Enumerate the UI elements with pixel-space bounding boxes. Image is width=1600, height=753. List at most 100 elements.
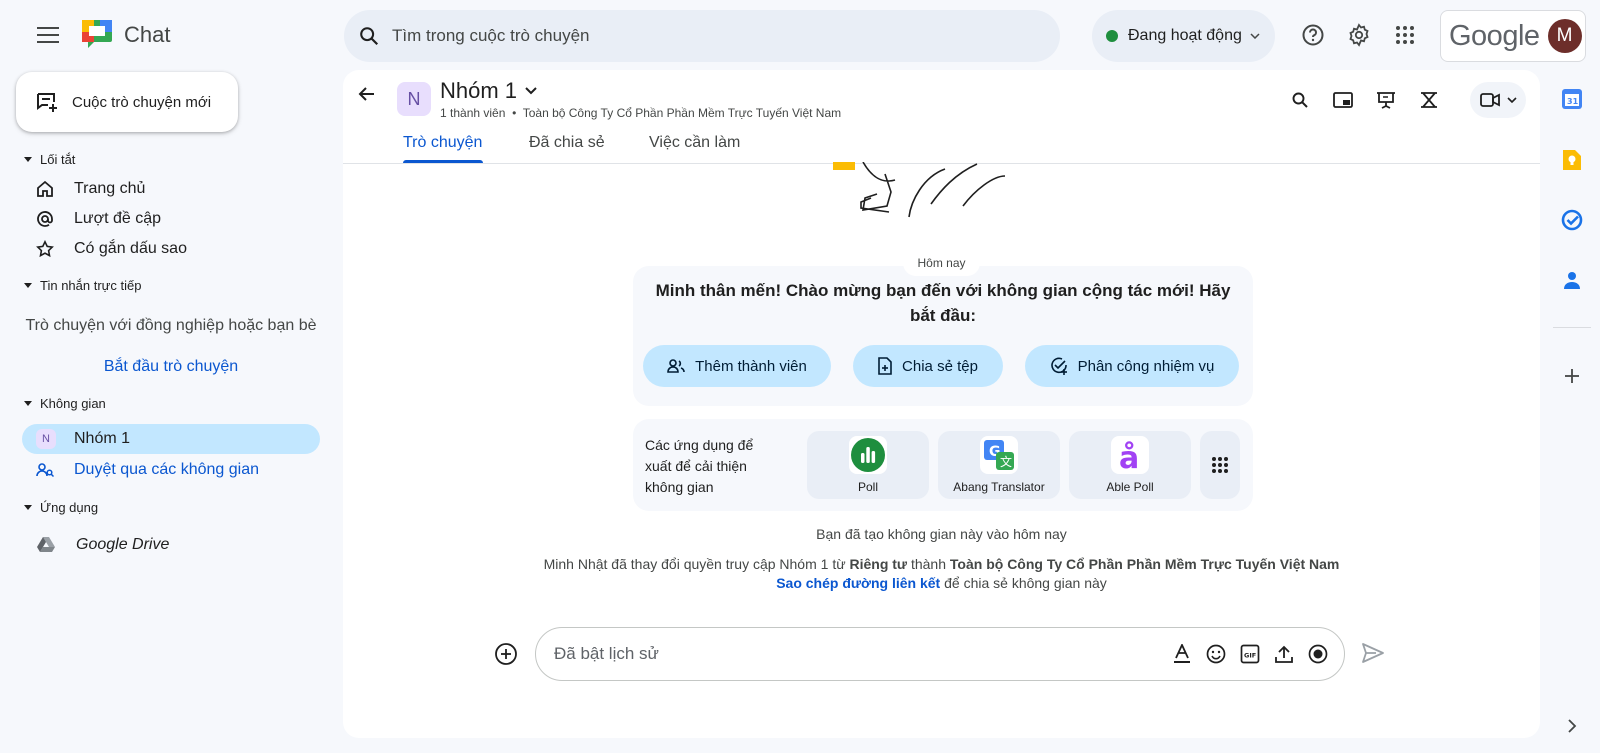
threads-icon [1421,92,1437,108]
apps-launcher-button[interactable] [1385,15,1425,55]
space-created-note: Bạn đã tạo không gian này vào hôm nay [816,526,1067,542]
start-chat-link[interactable]: Bắt đầu trò chuyện [24,358,318,376]
collapse-triangle-icon [24,505,32,510]
app-name: Abang Translator [953,480,1045,494]
upload-button[interactable] [1272,642,1296,666]
sidebar-item-home[interactable]: Trang chủ [22,174,320,204]
app-tile-poll[interactable]: Poll [807,431,929,499]
emoji-icon [1206,644,1226,664]
video-camera-icon [1479,93,1500,107]
gif-icon: GIF [1240,644,1260,664]
gif-button[interactable]: GIF [1238,642,1262,666]
sidebar-item-google-drive[interactable]: Google Drive [22,530,320,560]
plus-icon [1565,369,1579,383]
add-attachment-button[interactable] [494,642,518,666]
chevron-down-icon [525,87,537,95]
section-direct-messages[interactable]: Tin nhắn trực tiếp [24,278,141,293]
space-subtitle: 1 thành viên • Toàn bộ Công Ty Cổ Phần P… [440,106,841,120]
poll-icon [849,436,887,474]
space-title-button[interactable]: Nhóm 1 [440,78,537,104]
copy-link[interactable]: Sao chép đường liên kết [776,575,940,591]
contacts-app-button[interactable] [1557,265,1587,295]
search-input[interactable]: Tìm trong cuộc trò chuyện [392,26,589,46]
avatar[interactable]: M [1547,19,1582,53]
hamburger-icon [37,27,59,43]
record-button[interactable] [1306,642,1330,666]
help-button[interactable] [1293,15,1333,55]
gear-icon [1349,23,1369,47]
space-tabs: Trò chuyện Đã chia sẻ Việc cần làm [343,130,1540,164]
more-apps-button[interactable] [1200,431,1240,499]
share-file-button[interactable]: Chia sẻ tệp [853,345,1003,387]
app-tile-able-poll[interactable]: å Able Poll [1069,431,1191,499]
search-in-space-button[interactable] [1280,80,1320,120]
space-panel: N Nhóm 1 1 thành viên • Toàn bộ Công Ty … [343,70,1540,738]
main-menu-button[interactable] [28,18,68,52]
pop-out-button[interactable] [1323,80,1363,120]
calendar-app-button[interactable]: 31 [1557,84,1587,114]
tasks-app-button[interactable] [1557,205,1587,235]
collapse-triangle-icon [24,283,32,288]
threads-button[interactable] [1409,80,1449,120]
search-bar[interactable]: Tìm trong cuộc trò chuyện [344,10,1060,62]
picture-in-picture-icon [1333,92,1353,108]
app-name: Poll [857,480,878,494]
tab-tasks[interactable]: Việc cần làm [649,134,740,152]
assign-task-button[interactable]: Phân công nhiệm vụ [1025,345,1239,387]
settings-button[interactable] [1339,15,1379,55]
keep-app-button[interactable] [1557,145,1587,175]
search-icon [360,27,379,46]
header-actions [1280,80,1526,120]
section-shortcuts[interactable]: Lối tắt [24,152,75,167]
suggested-apps-label: Các ứng dụng để xuất để cải thiện không … [645,437,754,495]
present-button[interactable] [1366,80,1406,120]
dm-empty-text: Trò chuyện với đồng nghiệp hoặc bạn bè [25,317,317,334]
access-from: Riêng tư [849,556,908,572]
expand-side-panel-button[interactable] [1557,711,1587,741]
chip-label: Phân công nhiệm vụ [1077,357,1215,375]
collapse-triangle-icon [24,401,32,406]
send-button[interactable] [1361,642,1385,664]
side-panel-divider [1553,327,1591,328]
sidebar-item-browse-spaces[interactable]: Duyệt qua các không gian [22,455,320,485]
back-button[interactable] [357,84,377,104]
message-composer[interactable]: Đã bật lịch sử GIF [535,627,1345,681]
message-input[interactable]: Đã bật lịch sử [554,644,1170,664]
emoji-button[interactable] [1204,642,1228,666]
tab-shared[interactable]: Đã chia sẻ [529,134,605,152]
separator: • [512,106,517,120]
format-text-button[interactable] [1170,642,1194,666]
upload-icon [1275,645,1293,663]
google-drive-icon [37,537,55,552]
svg-text:GIF: GIF [1244,652,1256,660]
tab-chat[interactable]: Trò chuyện [403,134,482,152]
new-chat-button[interactable]: Cuộc trò chuyện mới [16,72,238,132]
grid-icon [1212,457,1228,473]
section-spaces[interactable]: Không gian [24,396,106,411]
access-change-note: Minh Nhật đã thay đổi quyền truy cập Nhó… [343,556,1540,572]
account-area[interactable]: Google M [1440,10,1586,62]
sidebar-item-label: Có gắn dấu sao [74,240,187,257]
svg-text:å: å [1119,440,1139,474]
svg-text:31: 31 [1567,97,1579,106]
help-icon [1302,24,1324,46]
get-addons-button[interactable] [1557,361,1587,391]
add-members-button[interactable]: Thêm thành viên [643,345,831,387]
sidebar-item-mentions[interactable]: Lượt đề cập [22,204,320,234]
copy-link-note: Sao chép đường liên kết để chia sẻ không… [343,575,1540,591]
welcome-illustration [823,162,1023,224]
access-to: Toàn bộ Công Ty Cổ Phần Phần Mềm Trực Tu… [949,556,1340,572]
section-apps[interactable]: Ứng dụng [24,500,98,515]
sidebar-item-label: Duyệt qua các không gian [74,461,260,478]
access-change-text: thành [907,556,950,572]
sidebar-item-starred[interactable]: Có gắn dấu sao [22,234,320,264]
app-tile-abang-translator[interactable]: G文 Abang Translator [938,431,1060,499]
chat-logo-icon [80,17,114,51]
welcome-card: Minh thân mến! Chào mừng bạn đến với khô… [633,266,1253,406]
collapse-triangle-icon [24,157,32,162]
status-selector[interactable]: Đang hoạt động [1092,10,1275,62]
chevron-down-icon [1250,33,1260,39]
page-title: Nhóm 1 [440,78,518,103]
video-call-button[interactable] [1470,82,1526,118]
sidebar-item-nhom-1[interactable]: N Nhóm 1 [22,424,320,454]
